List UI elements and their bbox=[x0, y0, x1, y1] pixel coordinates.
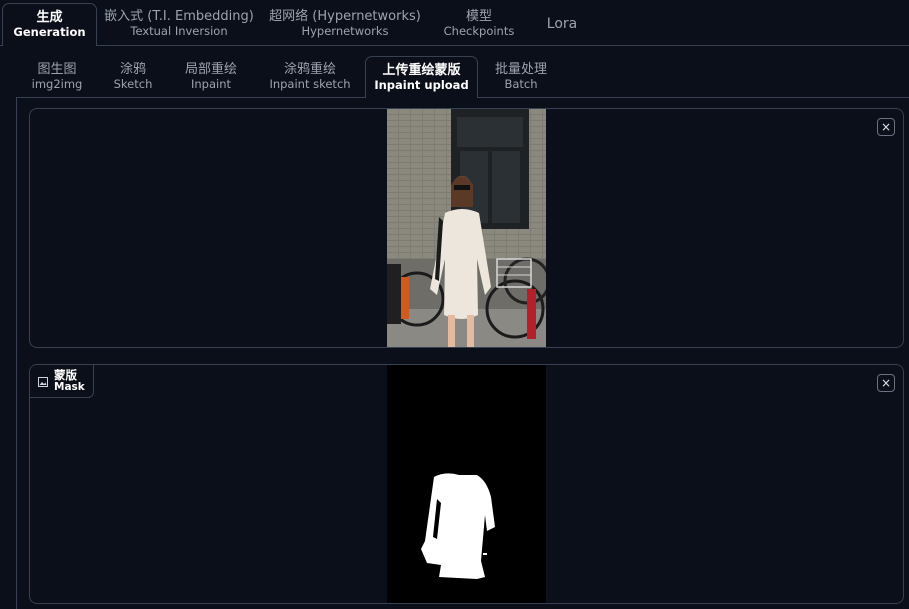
mask-panel[interactable]: 蒙版 Mask × bbox=[29, 364, 904, 604]
tab-label-zh: 超网络 (Hypernetworks) bbox=[269, 9, 421, 24]
tab-generation[interactable]: 生成 Generation bbox=[2, 3, 97, 46]
tab-sketch[interactable]: 涂鸦 Sketch bbox=[104, 56, 162, 97]
mask-label-zh: 蒙版 bbox=[54, 368, 77, 382]
tab-label-en: Inpaint sketch bbox=[269, 76, 351, 91]
tab-label-en: Hypernetworks bbox=[301, 24, 389, 38]
sub-tab-bar: 图生图 img2img 涂鸦 Sketch 局部重绘 Inpaint 涂鸦重绘 … bbox=[0, 56, 909, 98]
tab-img2img[interactable]: 图生图 img2img bbox=[24, 56, 90, 97]
close-icon[interactable]: × bbox=[877, 374, 895, 392]
tab-label: Lora bbox=[546, 16, 578, 32]
tab-inpaint-upload[interactable]: 上传重绘蒙版 Inpaint upload bbox=[365, 56, 478, 98]
tab-label-zh: 上传重绘蒙版 bbox=[382, 62, 461, 78]
tab-batch[interactable]: 批量处理 Batch bbox=[487, 56, 555, 97]
tab-label-zh: 局部重绘 bbox=[184, 61, 237, 77]
inpaint-image-panel[interactable]: × bbox=[29, 108, 904, 348]
tab-label-zh: 图生图 bbox=[37, 61, 77, 77]
tab-hypernetworks[interactable]: 超网络 (Hypernetworks) Hypernetworks bbox=[268, 3, 422, 45]
uploaded-photo bbox=[387, 109, 546, 347]
mask-label-en: Mask bbox=[54, 381, 85, 393]
content-border bbox=[16, 97, 17, 609]
tab-label-en: Textual Inversion bbox=[130, 24, 228, 38]
tab-label-zh: 生成 bbox=[36, 10, 63, 25]
tab-label-en: Checkpoints bbox=[443, 24, 515, 38]
tab-inpaint-sketch[interactable]: 涂鸦重绘 Inpaint sketch bbox=[262, 56, 358, 97]
tab-label-zh: 模型 bbox=[465, 9, 492, 24]
mask-image bbox=[387, 365, 546, 603]
tab-label-zh: 批量处理 bbox=[494, 61, 547, 77]
tab-textual-inversion[interactable]: 嵌入式 (T.I. Embedding) Textual Inversion bbox=[104, 3, 254, 45]
tab-label-en: Generation bbox=[13, 25, 86, 39]
tab-checkpoints[interactable]: 模型 Checkpoints bbox=[437, 3, 521, 45]
tab-label-zh: 涂鸦重绘 bbox=[283, 61, 336, 77]
main-tab-bar: 生成 Generation 嵌入式 (T.I. Embedding) Textu… bbox=[0, 0, 909, 46]
tab-label-en: Sketch bbox=[113, 76, 153, 91]
tab-label-en: Inpaint upload bbox=[374, 77, 469, 92]
mask-label: 蒙版 Mask bbox=[30, 365, 94, 398]
tab-label-en: Inpaint bbox=[190, 76, 232, 91]
tab-label-en: img2img bbox=[31, 76, 83, 91]
tab-label-zh: 嵌入式 (T.I. Embedding) bbox=[104, 9, 254, 24]
close-icon[interactable]: × bbox=[877, 118, 895, 136]
tab-inpaint[interactable]: 局部重绘 Inpaint bbox=[176, 56, 246, 97]
tab-lora[interactable]: Lora bbox=[537, 3, 587, 45]
tab-label-en: Batch bbox=[504, 76, 538, 91]
image-icon bbox=[38, 372, 48, 391]
tab-label-zh: 涂鸦 bbox=[119, 61, 146, 77]
